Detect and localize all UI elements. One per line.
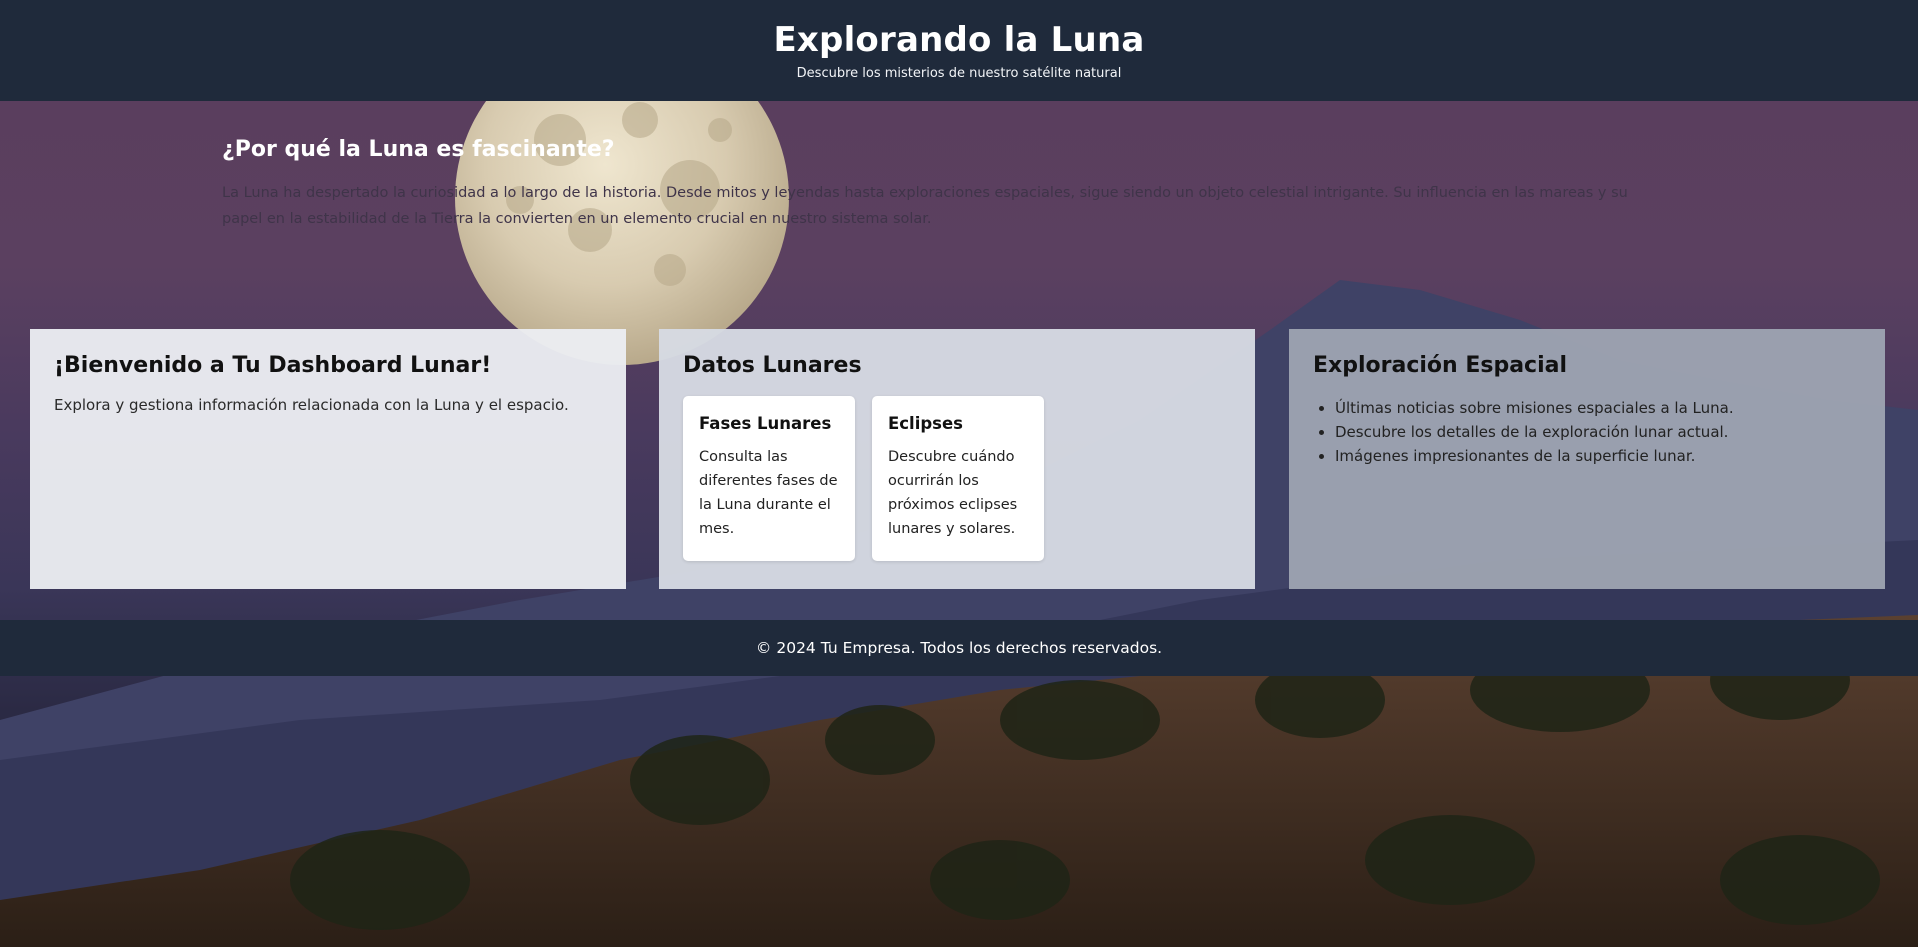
- space-exploration-title: Exploración Espacial: [1313, 353, 1568, 378]
- intro-heading: ¿Por qué la Luna es fascinante?: [222, 137, 615, 162]
- site-subtitle: Descubre los misterios de nuestro satéli…: [796, 66, 1122, 81]
- site-footer: © 2024 Tu Empresa. Todos los derechos re…: [0, 620, 1918, 676]
- space-exploration-card: Exploración Espacial Últimas noticias so…: [1289, 329, 1885, 589]
- eclipses-title: Eclipses: [888, 414, 964, 433]
- moon-phases-title: Fases Lunares: [699, 414, 832, 433]
- site-header: Explorando la Luna Descubre los misterio…: [0, 0, 1918, 101]
- eclipses-item[interactable]: Eclipses Descubre cuándo ocurrirán los p…: [872, 396, 1044, 561]
- list-item: Imágenes impresionantes de la superficie…: [1335, 444, 1861, 468]
- list-item: Últimas noticias sobre misiones espacial…: [1335, 396, 1861, 420]
- welcome-title: ¡Bienvenido a Tu Dashboard Lunar!: [54, 353, 492, 378]
- welcome-text: Explora y gestiona información relaciona…: [54, 396, 569, 414]
- intro-section: ¿Por qué la Luna es fascinante? La Luna …: [222, 137, 1672, 232]
- moon-phases-item[interactable]: Fases Lunares Consulta las diferentes fa…: [683, 396, 855, 561]
- lunar-data-title: Datos Lunares: [683, 353, 862, 378]
- moon-phases-text: Consulta las diferentes fases de la Luna…: [699, 449, 838, 537]
- lunar-data-items: Fases Lunares Consulta las diferentes fa…: [683, 396, 1231, 566]
- list-item: Descubre los detalles de la exploración …: [1335, 420, 1861, 444]
- welcome-card: ¡Bienvenido a Tu Dashboard Lunar! Explor…: [30, 329, 626, 589]
- eclipses-text: Descubre cuándo ocurrirán los próximos e…: [888, 449, 1018, 537]
- footer-text: © 2024 Tu Empresa. Todos los derechos re…: [755, 639, 1163, 657]
- intro-text: La Luna ha despertado la curiosidad a lo…: [222, 185, 1628, 227]
- site-title: Explorando la Luna: [773, 20, 1145, 60]
- exploration-list: Últimas noticias sobre misiones espacial…: [1313, 396, 1861, 468]
- lunar-data-card: Datos Lunares Fases Lunares Consulta las…: [659, 329, 1255, 589]
